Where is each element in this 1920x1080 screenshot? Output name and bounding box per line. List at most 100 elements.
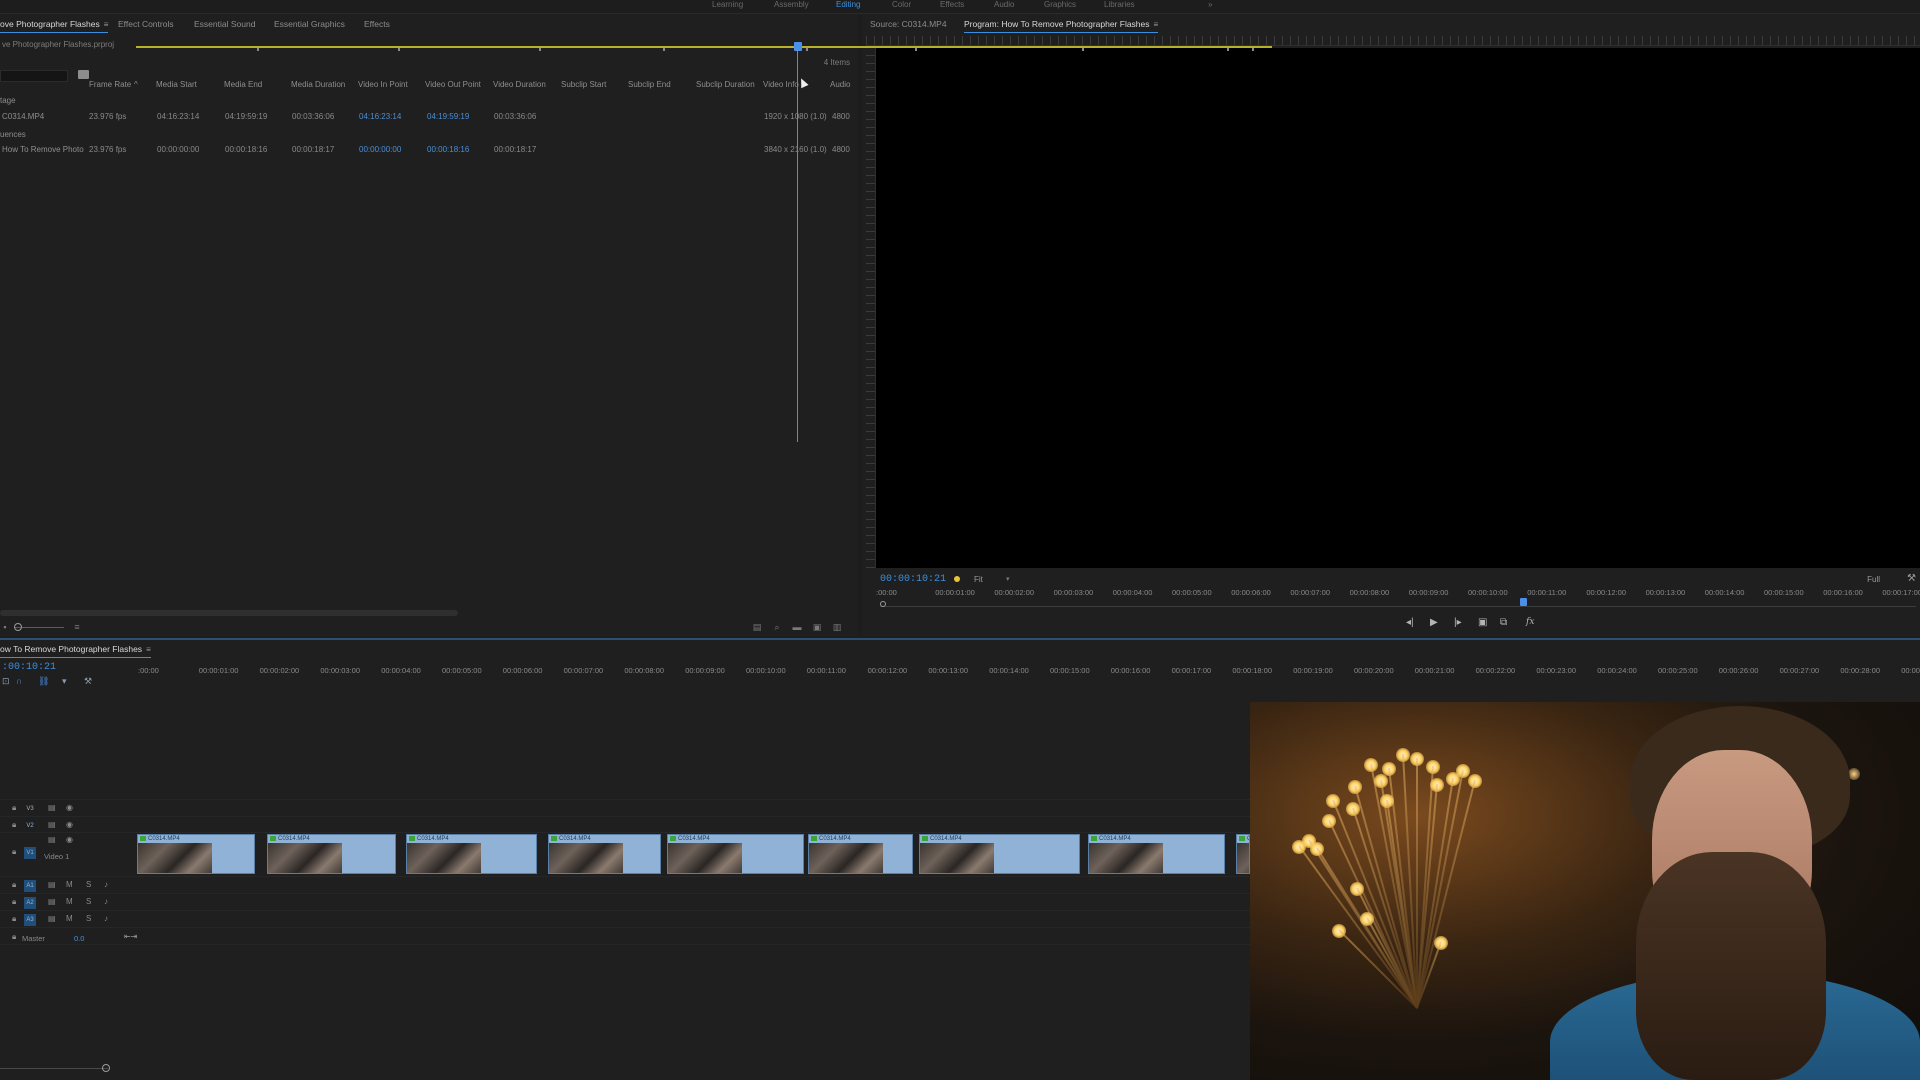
mute-button[interactable]: M (66, 897, 73, 906)
track-label[interactable]: A3 (24, 914, 36, 926)
track-header-a3[interactable]: 🔒︎ A3 ▤ M S ♪ (0, 912, 136, 928)
microphone-icon[interactable]: ♪ (104, 880, 108, 889)
workspace-assembly[interactable]: Assembly (774, 0, 809, 9)
solo-button[interactable]: S (86, 914, 91, 923)
col-media-end[interactable]: Media End (224, 80, 262, 89)
timeline-playhead-line[interactable] (797, 50, 798, 442)
col-subclip-end[interactable]: Subclip End (628, 80, 671, 89)
eye-icon[interactable]: ◉ (66, 835, 73, 844)
row-video-in[interactable]: 00:00:00:00 (359, 145, 401, 154)
track-header-a2[interactable]: 🔒︎ A2 ▤ M S ♪ (0, 895, 136, 911)
lock-icon[interactable]: 🔒︎ (12, 914, 16, 924)
step-back-icon[interactable]: ◂| (1406, 617, 1414, 628)
workspace-graphics[interactable]: Graphics (1044, 0, 1076, 9)
fx-toggle-button[interactable]: fx (1526, 617, 1534, 627)
col-media-start[interactable]: Media Start (156, 80, 197, 89)
project-horizontal-scrollbar[interactable] (0, 610, 458, 616)
step-forward-icon[interactable]: |▸ (1454, 617, 1462, 628)
col-video-in-point[interactable]: Video In Point (358, 80, 408, 89)
sync-lock-icon[interactable]: ▤ (48, 897, 56, 906)
microphone-icon[interactable]: ♪ (104, 914, 108, 923)
col-subclip-start[interactable]: Subclip Start (561, 80, 606, 89)
new-bin-button-icon[interactable]: ▬ (792, 623, 802, 632)
workspace-learning[interactable]: Learning (712, 0, 743, 9)
track-label[interactable]: A1 (24, 880, 36, 892)
program-timecode[interactable]: 00:00:10:21 (880, 574, 946, 585)
sync-lock-icon[interactable]: ▤ (48, 880, 56, 889)
playback-resolution-select[interactable]: Full (1867, 575, 1880, 584)
microphone-icon[interactable]: ♪ (104, 897, 108, 906)
zoom-level-select[interactable]: Fit (974, 575, 983, 584)
col-video-out-point[interactable]: Video Out Point (425, 80, 481, 89)
panel-menu-icon[interactable]: ≡ (1154, 20, 1159, 29)
wrench-icon[interactable]: ⚒ (1907, 573, 1916, 584)
find-icon[interactable]: ⌕ (772, 623, 782, 632)
tab-effect-controls[interactable]: Effect Controls (118, 19, 174, 29)
row-video-out[interactable]: 04:19:59:19 (427, 112, 469, 121)
timeline-zoom-scrollbar[interactable] (0, 1068, 108, 1069)
sync-lock-icon[interactable]: ▤ (48, 835, 56, 844)
timeline-clip[interactable]: C0314.MP4 (406, 834, 537, 874)
mute-button[interactable]: M (66, 880, 73, 889)
automate-sequence-icon[interactable]: ▤ (752, 623, 762, 632)
workspace-audio[interactable]: Audio (994, 0, 1014, 9)
track-label[interactable]: V1 (24, 847, 36, 859)
timeline-clip[interactable]: C0314.MP4 (267, 834, 396, 874)
lock-icon[interactable]: 🔒︎ (12, 820, 16, 830)
timeline-clip[interactable]: C0314.MP4 (548, 834, 661, 874)
sort-ascending-icon[interactable]: ^ (134, 80, 138, 89)
lock-icon[interactable]: 🔒︎ (12, 847, 16, 857)
row-video-out[interactable]: 00:00:18:16 (427, 145, 469, 154)
sort-menu-icon[interactable]: ≡ (72, 623, 82, 632)
program-time-ruler[interactable]: :00:00 00:00:01:00 00:00:02:00 00:00:03:00 0… (876, 588, 1920, 608)
project-search-input[interactable] (0, 70, 68, 82)
timeline-clip[interactable]: C0314.MP4 (1088, 834, 1225, 874)
thumbnail-zoom-slider[interactable] (14, 623, 22, 631)
col-frame-rate[interactable]: Frame Rate (89, 80, 131, 89)
clear-icon[interactable]: ▥ (832, 623, 842, 632)
tab-project[interactable]: ove Photographer Flashes ≡ (0, 19, 109, 33)
track-label[interactable]: V3 (24, 803, 36, 815)
tab-program-monitor[interactable]: Program: How To Remove Photographer Flas… (964, 19, 1159, 33)
timeline-time-ruler[interactable]: :00:00 00:00:01:00 00:00:02:00 00:00:03:00 0… (136, 666, 1920, 678)
track-label[interactable]: V2 (24, 820, 36, 832)
tab-effects[interactable]: Effects (364, 19, 390, 29)
col-audio[interactable]: Audio (830, 80, 850, 89)
eye-icon[interactable]: ◉ (66, 820, 73, 829)
program-playhead[interactable] (1520, 598, 1527, 606)
nest-toggle-icon[interactable]: ⊡ (2, 676, 10, 687)
track-header-v2[interactable]: 🔒︎ V2 ▤ ◉ (0, 818, 136, 834)
sync-lock-icon[interactable]: ▤ (48, 803, 56, 812)
tab-essential-sound[interactable]: Essential Sound (194, 19, 255, 29)
new-item-icon[interactable]: ▣ (812, 623, 822, 632)
lock-icon[interactable]: 🔒︎ (12, 880, 16, 890)
chevron-down-icon[interactable]: ▾ (1006, 575, 1010, 583)
timeline-playhead[interactable] (794, 42, 802, 51)
list-view-icon[interactable]: ▪ (0, 623, 10, 632)
col-media-duration[interactable]: Media Duration (291, 80, 345, 89)
eye-icon[interactable]: ◉ (66, 803, 73, 812)
lock-icon[interactable]: 🔒︎ (12, 932, 16, 942)
solo-button[interactable]: S (86, 880, 91, 889)
camera-icon[interactable]: ▣ (1478, 617, 1487, 628)
sync-lock-icon[interactable]: ▤ (48, 820, 56, 829)
program-scrub-bar[interactable] (880, 606, 1916, 607)
panel-menu-icon[interactable]: ≡ (146, 645, 151, 654)
timeline-zoom-handle[interactable] (102, 1064, 110, 1072)
col-video-duration[interactable]: Video Duration (493, 80, 546, 89)
timeline-clip[interactable]: C0314.MP4 (919, 834, 1080, 874)
timeline-clip[interactable]: C0314.MP4 (808, 834, 913, 874)
track-label[interactable]: A2 (24, 897, 36, 909)
wrench-icon[interactable]: ⚒ (84, 676, 92, 687)
col-subclip-duration[interactable]: Subclip Duration (696, 80, 755, 89)
solo-button[interactable]: S (86, 897, 91, 906)
work-area-bar[interactable] (136, 46, 1272, 48)
tab-sequence[interactable]: ow To Remove Photographer Flashes ≡ (0, 644, 151, 658)
new-bin-icon[interactable] (78, 70, 89, 79)
tab-essential-graphics[interactable]: Essential Graphics (274, 19, 345, 29)
panel-menu-icon[interactable]: ≡ (104, 20, 109, 29)
workspace-editing[interactable]: Editing (836, 0, 860, 9)
snap-magnet-icon[interactable]: ∩ (16, 676, 22, 686)
workspace-libraries[interactable]: Libraries (1104, 0, 1135, 9)
lock-icon[interactable]: 🔒︎ (12, 897, 16, 907)
